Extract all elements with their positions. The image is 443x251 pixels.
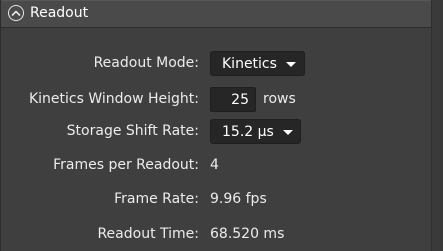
kinetics-window-height-label: Kinetics Window Height:: [28, 91, 199, 107]
frames-per-readout-value: 4: [210, 157, 219, 173]
readout-time-label: Readout Time:: [97, 226, 199, 242]
section-title: Readout: [30, 5, 89, 21]
storage-shift-rate-value: 15.2 µs: [222, 123, 274, 140]
readout-panel: Readout Readout Mode: Kinetics Kinetics …: [0, 0, 443, 251]
vertical-scrollbar[interactable]: [431, 0, 443, 251]
frame-rate-value: 9.96 fps: [210, 191, 267, 207]
kinetics-window-height-input[interactable]: [210, 87, 256, 112]
storage-shift-rate-label: Storage Shift Rate:: [66, 123, 199, 139]
frame-rate-row: Frame Rate: 9.96 fps: [1, 186, 431, 214]
caret-down-icon: [285, 61, 296, 67]
readout-time-row: Readout Time: 68.520 ms: [1, 221, 431, 249]
frames-per-readout-label: Frames per Readout:: [53, 157, 199, 173]
readout-mode-dropdown[interactable]: Kinetics: [210, 51, 305, 76]
collapse-chevron-up-icon[interactable]: [8, 5, 24, 21]
readout-mode-label: Readout Mode:: [93, 55, 199, 71]
frames-per-readout-row: Frames per Readout: 4: [1, 152, 431, 180]
storage-shift-rate-row: Storage Shift Rate: 15.2 µs: [1, 118, 431, 146]
caret-down-icon: [282, 129, 293, 135]
readout-time-value: 68.520 ms: [210, 226, 285, 242]
readout-mode-row: Readout Mode: Kinetics: [1, 50, 431, 78]
frame-rate-label: Frame Rate:: [114, 191, 199, 207]
storage-shift-rate-dropdown[interactable]: 15.2 µs: [210, 119, 301, 144]
readout-section-header[interactable]: Readout: [1, 0, 432, 28]
kinetics-window-height-row: Kinetics Window Height: rows: [1, 86, 431, 114]
readout-mode-value: Kinetics: [222, 55, 277, 72]
kinetics-window-height-unit: rows: [263, 91, 296, 107]
